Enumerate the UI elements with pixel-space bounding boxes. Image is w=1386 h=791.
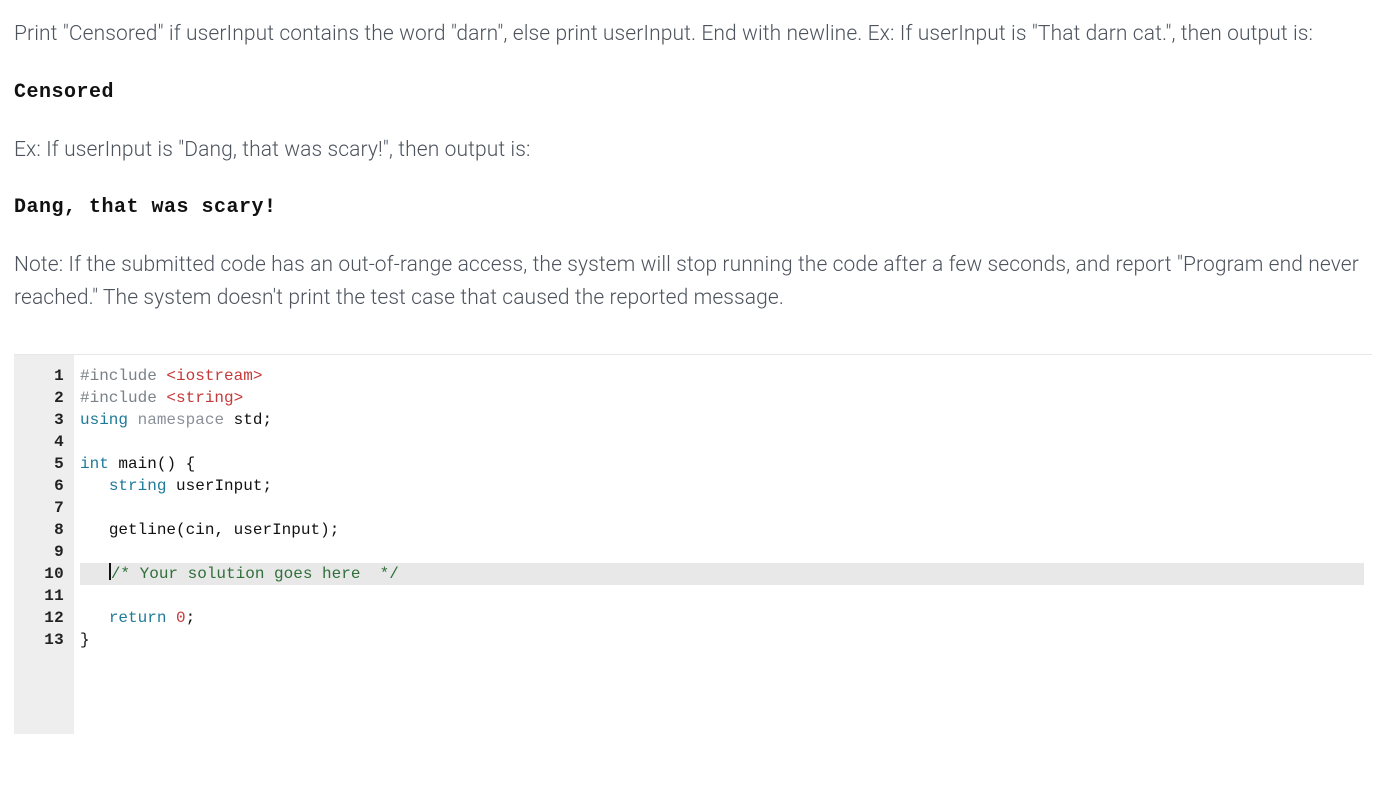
code-line[interactable]: return 0; <box>80 607 1364 629</box>
token-identifier: std <box>234 411 263 429</box>
problem-paragraph-2: Ex: If userInput is "Dang, that was scar… <box>14 134 1372 167</box>
token-identifier: userInput <box>176 477 262 495</box>
token-punct: } <box>80 631 90 649</box>
code-line[interactable]: #include <string> <box>80 387 1364 409</box>
code-line[interactable]: int main() { <box>80 453 1364 475</box>
line-number: 10 <box>22 563 64 585</box>
token-include-header: <string> <box>166 389 243 407</box>
token-punct: ) <box>320 521 330 539</box>
line-number: 1 <box>22 365 64 387</box>
token-punct: ; <box>330 521 340 539</box>
token-keyword: int <box>80 455 109 473</box>
line-number-gutter: 1 2 3 4 5 6 7 8 9 10 11 12 13 <box>14 355 74 734</box>
token-punct: ( <box>157 455 167 473</box>
token-identifier: cin <box>186 521 215 539</box>
token-comment: /* Your solution goes here */ <box>111 565 399 583</box>
token-punct: { <box>186 455 196 473</box>
token-keyword: return <box>109 609 167 627</box>
line-number: 8 <box>22 519 64 541</box>
code-line[interactable]: using namespace std; <box>80 409 1364 431</box>
code-line[interactable]: } <box>80 629 1364 651</box>
token-preprocessor: #include <box>80 389 157 407</box>
problem-note: Note: If the submitted code has an out-o… <box>14 249 1372 314</box>
code-text-area[interactable]: #include <iostream> #include <string> us… <box>74 355 1372 734</box>
page-content: Print "Censored" if userInput contains t… <box>0 0 1386 734</box>
line-number: 7 <box>22 497 64 519</box>
token-identifier: userInput <box>234 521 320 539</box>
problem-paragraph-1: Print "Censored" if userInput contains t… <box>14 18 1372 51</box>
token-identifier: getline <box>109 521 176 539</box>
token-keyword: namespace <box>138 411 224 429</box>
code-line[interactable]: string userInput; <box>80 475 1364 497</box>
token-identifier: main <box>118 455 156 473</box>
token-punct: ; <box>262 477 272 495</box>
line-number: 5 <box>22 453 64 475</box>
code-line[interactable] <box>80 497 1364 519</box>
code-line[interactable] <box>80 585 1364 607</box>
sample-output-2: Dang, that was scary! <box>14 192 1372 223</box>
problem-statement: Print "Censored" if userInput contains t… <box>14 18 1372 314</box>
code-line[interactable] <box>80 541 1364 563</box>
line-number: 6 <box>22 475 64 497</box>
token-number: 0 <box>176 609 186 627</box>
token-punct: ( <box>176 521 186 539</box>
code-editor[interactable]: 1 2 3 4 5 6 7 8 9 10 11 12 13 #include <… <box>14 354 1372 734</box>
token-punct: ) <box>166 455 176 473</box>
line-number: 12 <box>22 607 64 629</box>
token-include-header: <iostream> <box>166 367 262 385</box>
line-number: 11 <box>22 585 64 607</box>
token-preprocessor: #include <box>80 367 157 385</box>
token-punct: ; <box>262 411 272 429</box>
code-line-active[interactable]: /* Your solution goes here */ <box>80 563 1364 585</box>
code-line[interactable]: #include <iostream> <box>80 365 1364 387</box>
line-number: 2 <box>22 387 64 409</box>
sample-output-1: Censored <box>14 77 1372 108</box>
token-punct: ; <box>186 609 196 627</box>
line-number: 13 <box>22 629 64 651</box>
line-number: 9 <box>22 541 64 563</box>
line-number: 4 <box>22 431 64 453</box>
code-line[interactable]: getline(cin, userInput); <box>80 519 1364 541</box>
token-keyword: using <box>80 411 128 429</box>
token-punct: , <box>214 521 224 539</box>
line-number: 3 <box>22 409 64 431</box>
code-line[interactable] <box>80 431 1364 453</box>
token-type: string <box>109 477 167 495</box>
